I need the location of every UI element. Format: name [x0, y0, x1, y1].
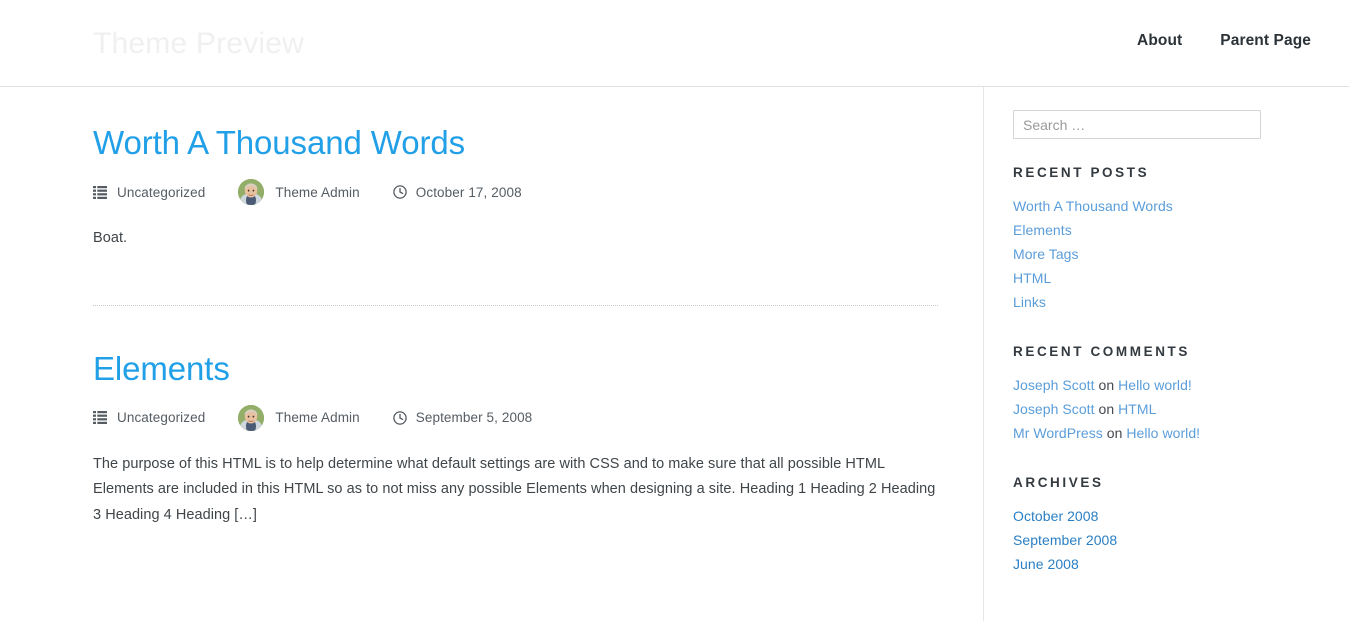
post-title-link[interactable]: Elements: [93, 349, 938, 389]
post-author[interactable]: Theme Admin: [238, 404, 360, 431]
nav-item-parent-page[interactable]: Parent Page: [1220, 32, 1311, 50]
list-item: Joseph Scott on Hello world!: [1013, 373, 1348, 397]
search-widget: [1013, 110, 1348, 139]
widget-archives: Archives October 2008 September 2008 Jun…: [1013, 475, 1348, 576]
comment-post-link[interactable]: HTML: [1118, 401, 1156, 417]
list-item: Elements: [1013, 218, 1348, 242]
post-date[interactable]: October 17, 2008: [393, 185, 522, 200]
list-icon: [93, 411, 117, 424]
post-author-label[interactable]: Theme Admin: [275, 410, 359, 425]
avatar: [238, 179, 265, 205]
avatar: [238, 404, 265, 431]
widget-recent-comments: Recent Comments Joseph Scott on Hello wo…: [1013, 344, 1348, 445]
comment-author-link[interactable]: Mr WordPress: [1013, 425, 1103, 441]
comment-separator: on: [1102, 425, 1127, 441]
list-icon: [93, 185, 117, 199]
clock-icon: [393, 410, 416, 425]
post-author[interactable]: Theme Admin: [238, 179, 360, 205]
widget-title: Recent Posts: [1013, 165, 1150, 180]
post-category[interactable]: Uncategorized: [93, 185, 205, 200]
comment-separator: on: [1094, 377, 1119, 393]
list-item: More Tags: [1013, 242, 1348, 266]
clock-icon: [393, 185, 416, 199]
recent-posts-list: Worth A Thousand Words Elements More Tag…: [1013, 194, 1348, 314]
recent-comments-list: Joseph Scott on Hello world! Joseph Scot…: [1013, 373, 1348, 445]
archive-link[interactable]: September 2008: [1013, 532, 1117, 548]
main-navigation: About Parent Page: [1137, 32, 1311, 50]
comment-post-link[interactable]: Hello world!: [1118, 377, 1192, 393]
list-item: HTML: [1013, 266, 1348, 290]
sidebar: Recent Posts Worth A Thousand Words Elem…: [984, 87, 1348, 621]
list-item: Worth A Thousand Words: [1013, 194, 1348, 218]
main-content: Worth A Thousand Words Uncategorized The…: [0, 87, 984, 621]
post-author-label[interactable]: Theme Admin: [275, 185, 359, 200]
post-body: Boat.: [93, 230, 128, 246]
post-category-label[interactable]: Uncategorized: [117, 185, 205, 200]
nav-item-about[interactable]: About: [1137, 32, 1182, 50]
list-item: June 2008: [1013, 552, 1348, 576]
site-header: Theme Preview About Parent Page: [0, 0, 1349, 87]
post-category-label[interactable]: Uncategorized: [117, 410, 205, 425]
post-meta: Uncategorized: [93, 179, 938, 205]
post-body: The purpose of this HTML is to help dete…: [93, 455, 936, 523]
list-item: Links: [1013, 290, 1348, 314]
post-category[interactable]: Uncategorized: [93, 410, 205, 425]
list-item: Mr WordPress on Hello world!: [1013, 421, 1348, 445]
post-article: Worth A Thousand Words Uncategorized The…: [0, 87, 983, 252]
list-item: Joseph Scott on HTML: [1013, 397, 1348, 421]
comment-author-link[interactable]: Joseph Scott: [1013, 401, 1095, 417]
widget-title: Archives: [1013, 475, 1104, 490]
archives-list: October 2008 September 2008 June 2008: [1013, 504, 1348, 576]
post-article: Elements Uncategorized Theme Admin Septe…: [0, 306, 983, 529]
post-meta: Uncategorized: [93, 404, 938, 431]
post-date[interactable]: September 5, 2008: [393, 410, 533, 425]
post-title-link[interactable]: Worth A Thousand Words: [93, 123, 938, 163]
widget-recent-posts: Recent Posts Worth A Thousand Words Elem…: [1013, 165, 1348, 314]
widget-title: Recent Comments: [1013, 344, 1190, 359]
recent-post-link[interactable]: More Tags: [1013, 246, 1079, 262]
comment-separator: on: [1094, 401, 1119, 417]
post-date-label[interactable]: October 17, 2008: [416, 185, 522, 200]
archive-link[interactable]: June 2008: [1013, 556, 1079, 572]
archive-link[interactable]: October 2008: [1013, 508, 1098, 524]
post-date-label[interactable]: September 5, 2008: [416, 410, 533, 425]
recent-post-link[interactable]: Links: [1013, 294, 1046, 310]
recent-post-link[interactable]: Elements: [1013, 222, 1072, 238]
search-input[interactable]: [1013, 110, 1261, 139]
comment-author-link[interactable]: Joseph Scott: [1013, 377, 1095, 393]
list-item: October 2008: [1013, 504, 1348, 528]
comment-post-link[interactable]: Hello world!: [1126, 425, 1200, 441]
recent-post-link[interactable]: HTML: [1013, 270, 1051, 286]
list-item: September 2008: [1013, 528, 1348, 552]
page-wrapper: Worth A Thousand Words Uncategorized The…: [0, 87, 1349, 621]
site-title[interactable]: Theme Preview: [93, 24, 304, 64]
recent-post-link[interactable]: Worth A Thousand Words: [1013, 198, 1173, 214]
